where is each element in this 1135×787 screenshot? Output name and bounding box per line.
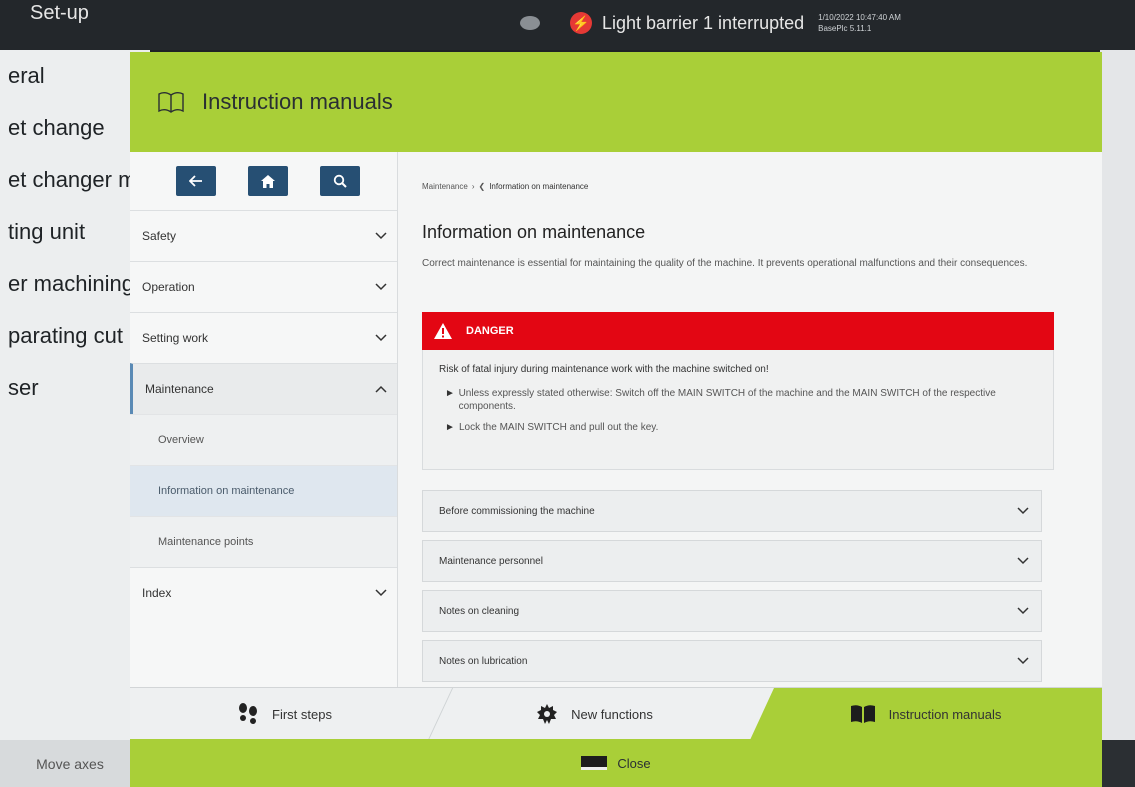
breadcrumb-back-icon[interactable]: ❮ (478, 182, 485, 191)
datetime: 1/10/2022 10:47:40 AM (818, 13, 901, 22)
nav-item-index[interactable]: Index (130, 567, 397, 618)
nav-item-setting-work[interactable]: Setting work (130, 312, 397, 363)
search-button[interactable] (320, 166, 360, 196)
manual-content: Maintenance › ❮ Information on maintenan… (400, 152, 1090, 687)
breadcrumb-separator-icon: › (471, 182, 475, 191)
status-group: ⚡ Light barrier 1 interrupted 1/10/2022 … (520, 8, 901, 38)
nav-item-safety[interactable]: Safety (130, 210, 397, 261)
bg-menu-item[interactable]: et changer m (0, 154, 150, 206)
accordion-maintenance-personnel[interactable]: Maintenance personnel (422, 540, 1042, 582)
breadcrumb: Maintenance › ❮ Information on maintenan… (422, 182, 588, 191)
instruction-manuals-dialog: Instruction manuals Safety Operation Set… (130, 52, 1102, 787)
close-label: Close (617, 755, 651, 771)
setup-title: Set-up (30, 2, 89, 24)
manual-tabs: First steps New functions Instruction ma… (130, 687, 1102, 740)
chevron-down-icon (1017, 507, 1029, 515)
manual-navigation: Safety Operation Setting work Maintenanc… (130, 152, 398, 687)
danger-instruction-text: Unless expressly stated otherwise: Switc… (458, 388, 996, 412)
tab-label: First steps (272, 706, 332, 722)
bg-menu-item[interactable]: er machining (0, 258, 150, 310)
danger-label: DANGER (466, 325, 514, 337)
nav-subitem-overview[interactable]: Overview (130, 414, 397, 465)
gear-icon (537, 704, 558, 724)
dialog-title: Instruction manuals (202, 89, 393, 114)
tab-label: New functions (571, 706, 653, 722)
intro-text: Correct maintenance is essential for mai… (422, 258, 1028, 269)
tab-new-functions[interactable]: New functions (440, 688, 750, 740)
nav-item-operation[interactable]: Operation (130, 261, 397, 312)
version: BasePlc 5.11.1 (818, 24, 872, 33)
nav-item-maintenance[interactable]: Maintenance (130, 363, 397, 414)
chevron-down-icon (1017, 607, 1029, 615)
bullet-arrow-icon: ► (445, 388, 455, 399)
bg-menu-item[interactable]: ting unit (0, 206, 150, 258)
breadcrumb-parent[interactable]: Maintenance (422, 182, 468, 191)
bg-menu-item[interactable]: et change (0, 102, 150, 154)
nav-subitem-maintenance-points[interactable]: Maintenance points (130, 516, 397, 567)
accordion-notes-on-cleaning[interactable]: Notes on cleaning (422, 590, 1042, 632)
page-title: Information on maintenance (422, 222, 646, 242)
accordion-label: Notes on lubrication (439, 655, 528, 667)
book-icon (850, 705, 875, 723)
chevron-down-icon (375, 589, 387, 597)
home-icon (261, 174, 275, 188)
nav-item-label: Safety (142, 229, 177, 243)
danger-risk-text: Risk of fatal injury during maintenance … (439, 364, 769, 375)
chevron-down-icon (375, 283, 387, 291)
danger-header: DANGER (422, 312, 1054, 350)
danger-instruction: ► Unless expressly stated otherwise: Swi… (439, 387, 1037, 413)
warning-icon (434, 323, 452, 339)
alert-message[interactable]: Light barrier 1 interrupted (602, 13, 804, 34)
home-button[interactable] (248, 166, 288, 196)
danger-instruction: ► Lock the MAIN SWITCH and pull out the … (439, 421, 1037, 434)
nav-item-label: Maintenance (145, 382, 214, 396)
bg-menu-item[interactable]: parating cut (0, 310, 150, 362)
close-icon (581, 756, 608, 770)
status-meta: 1/10/2022 10:47:40 AM BasePlc 5.11.1 (818, 12, 901, 34)
background-setup-menu: eral et change et changer m ting unit er… (0, 50, 150, 740)
tab-first-steps[interactable]: First steps (130, 688, 440, 740)
bg-menu-item[interactable]: eral (0, 50, 150, 102)
back-button[interactable] (176, 166, 216, 196)
nav-item-label: Operation (142, 280, 195, 294)
danger-body: Risk of fatal injury during maintenance … (422, 350, 1054, 470)
dialog-header: Instruction manuals (130, 52, 1102, 152)
accordion-before-commissioning[interactable]: Before commissioning the machine (422, 490, 1042, 532)
arrow-left-icon (189, 175, 202, 187)
chevron-down-icon (1017, 657, 1029, 665)
tab-instruction-manuals[interactable]: Instruction manuals (750, 688, 1102, 740)
book-open-icon (158, 92, 184, 113)
breadcrumb-current: Information on maintenance (489, 182, 589, 191)
footsteps-icon (239, 703, 258, 724)
accordion-label: Before commissioning the machine (439, 505, 595, 517)
tab-label: Instruction manuals (888, 706, 1002, 722)
nav-subitem-information-on-maintenance[interactable]: Information on maintenance (130, 465, 397, 516)
chevron-down-icon (375, 334, 387, 342)
chevron-down-icon (375, 232, 387, 240)
close-button[interactable]: Close (130, 739, 1102, 787)
accordion-notes-on-lubrication[interactable]: Notes on lubrication (422, 640, 1042, 682)
chevron-down-icon (1017, 557, 1029, 565)
accordion-label: Maintenance personnel (439, 555, 543, 567)
status-indicator-icon (520, 16, 540, 30)
chevron-up-icon (375, 385, 387, 393)
search-icon (333, 174, 347, 188)
move-axes-button[interactable]: Move axes (0, 740, 140, 787)
bg-menu-item[interactable]: ser (0, 362, 150, 414)
alert-icon[interactable]: ⚡ (570, 12, 592, 34)
nav-toolbar (130, 152, 397, 210)
nav-item-label: Setting work (142, 331, 209, 345)
bullet-arrow-icon: ► (445, 422, 455, 433)
danger-instruction-text: Lock the MAIN SWITCH and pull out the ke… (459, 422, 659, 433)
nav-item-label: Index (142, 586, 172, 600)
status-bar: Set-up ⚡ Light barrier 1 interrupted 1/1… (0, 0, 1135, 50)
accordion-label: Notes on cleaning (439, 605, 520, 617)
background-panel (1100, 50, 1135, 740)
